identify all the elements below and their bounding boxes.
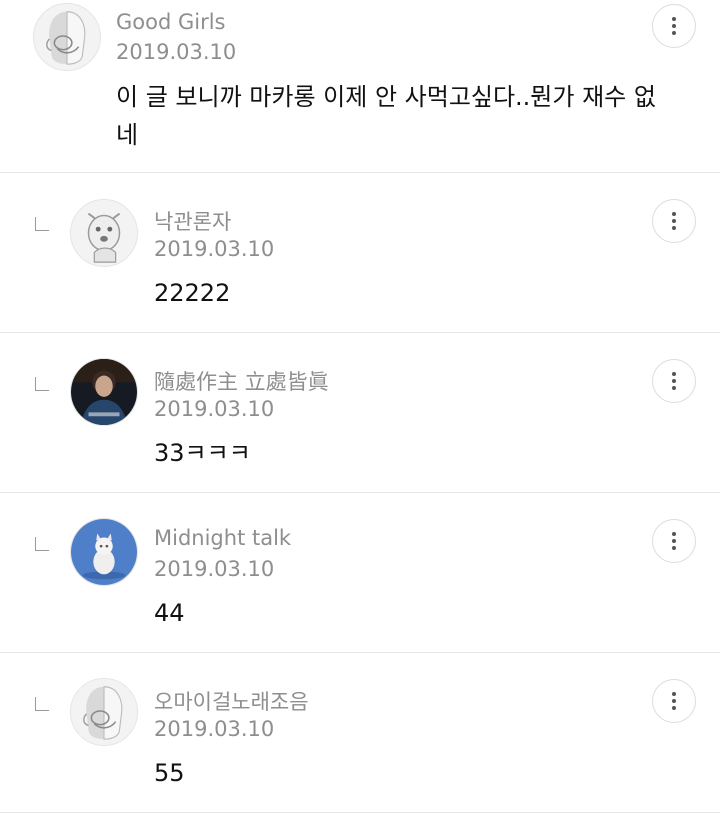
comment-author[interactable]: Midnight talk [154,526,291,550]
reply-indicator-icon [35,377,49,391]
more-vert-icon [672,17,676,21]
more-options-button[interactable] [652,4,696,48]
comment-reply-item: 낙관론자 2019.03.10 22222 [0,173,720,333]
more-options-button[interactable] [652,199,696,243]
comment-reply-item: 오마이걸노래조음 2019.03.10 55 [0,653,720,813]
reply-indicator-icon [35,697,49,711]
comment-text: 이 글 보니까 마카롱 이제 안 사먹고싶다..뭔가 재수 없네 [116,83,656,149]
reply-indicator-icon [35,217,49,231]
comment-date: 2019.03.10 [154,717,275,741]
photo-avatar-icon[interactable] [70,358,138,426]
more-vert-icon [672,372,676,376]
comment-list: Good Girls 2019.03.10 이 글 보니까 마카롱 이제 안 사… [0,0,720,817]
ghost-character-avatar-icon[interactable] [70,678,138,746]
dog-character-avatar-icon[interactable] [70,199,138,267]
comment-text: 55 [154,759,185,787]
reply-indicator-icon [35,537,49,551]
comment-text: 22222 [154,279,231,307]
comment-author[interactable]: 오마이걸노래조음 [154,686,309,716]
comment-date: 2019.03.10 [154,397,275,421]
comment-author[interactable]: 隨處作主 立處皆眞 [154,366,329,396]
comment-date: 2019.03.10 [116,40,237,64]
more-options-button[interactable] [652,679,696,723]
comment-reply-item: 隨處作主 立處皆眞 2019.03.10 33ㅋㅋㅋ [0,333,720,493]
cat-photo-avatar-icon[interactable] [70,518,138,586]
comment-item: Good Girls 2019.03.10 이 글 보니까 마카롱 이제 안 사… [0,0,720,173]
comment-text: 33ㅋㅋㅋ [154,439,251,467]
more-vert-icon [672,532,676,536]
comment-author[interactable]: 낙관론자 [154,206,231,236]
comment-date: 2019.03.10 [154,237,275,261]
more-options-button[interactable] [652,359,696,403]
comment-text: 44 [154,599,185,627]
comment-date: 2019.03.10 [154,557,275,581]
more-options-button[interactable] [652,519,696,563]
comment-author[interactable]: Good Girls [116,10,226,34]
more-vert-icon [672,692,676,696]
comment-reply-item: Midnight talk 2019.03.10 44 [0,493,720,653]
ghost-character-avatar-icon[interactable] [33,3,101,71]
more-vert-icon [672,212,676,216]
